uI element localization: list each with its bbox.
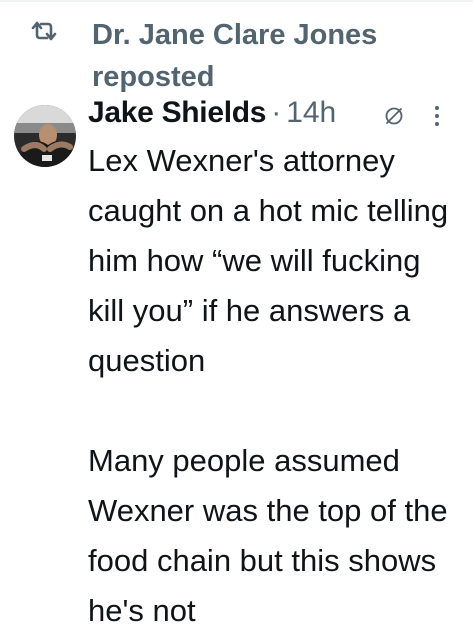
separator-dot: · [271, 96, 282, 129]
tweet-paragraph-2: Many people assumed Wexner was the top o… [88, 443, 448, 628]
top-divider [0, 0, 473, 2]
tweet[interactable]: Jake Shields · 14h Lex Wexner's attorney c… [88, 96, 463, 636]
tweet-paragraph-1: Lex Wexner's attorney caught on a hot mi… [88, 143, 449, 378]
avatar-photo [14, 105, 76, 167]
grok-icon[interactable] [384, 106, 404, 126]
timestamp[interactable]: 14h [286, 96, 336, 129]
repost-label[interactable]: Dr. Jane Clare Jones reposted [92, 14, 432, 98]
tweet-header: Jake Shields · 14h [88, 96, 463, 134]
avatar[interactable] [14, 105, 76, 167]
author-name[interactable]: Jake Shields [88, 96, 266, 129]
tweet-text: Lex Wexner's attorney caught on a hot mi… [88, 136, 463, 636]
repost-icon [31, 21, 57, 41]
more-vertical-icon[interactable] [434, 104, 440, 128]
